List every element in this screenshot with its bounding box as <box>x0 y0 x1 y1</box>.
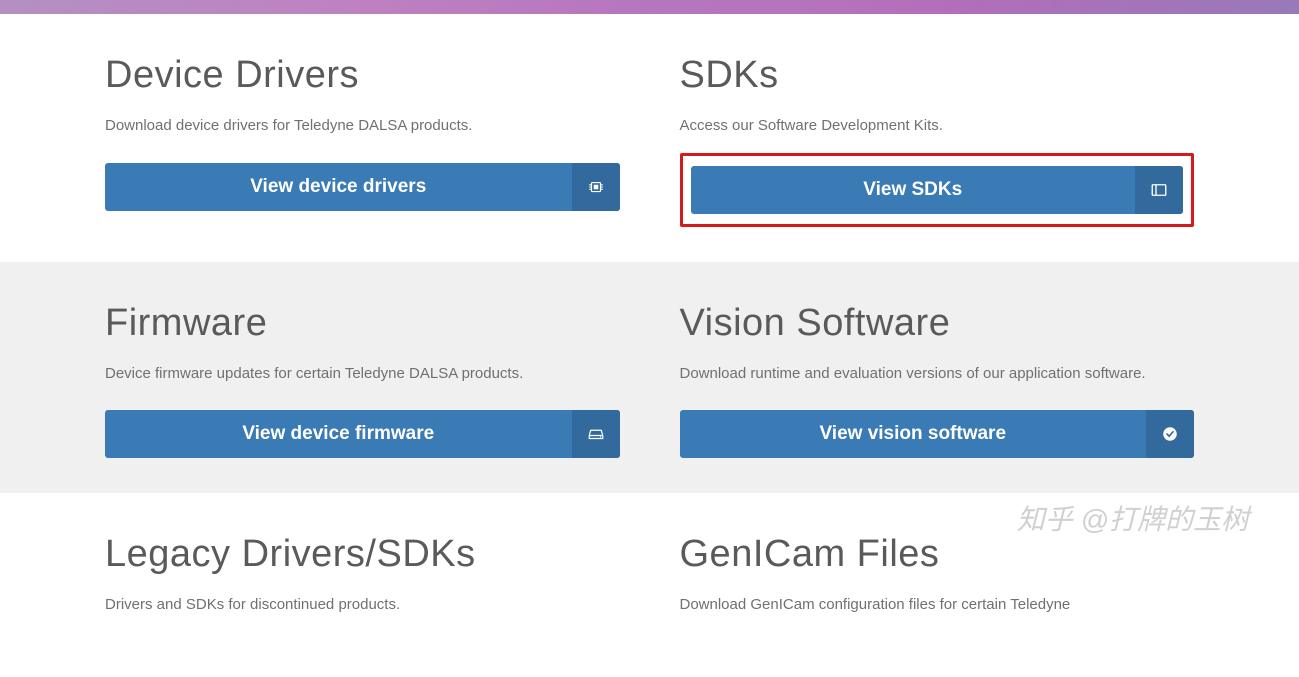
card-description: Drivers and SDKs for discontinued produc… <box>105 594 620 617</box>
card-sdks: SDKs Access our Software Development Kit… <box>680 54 1195 227</box>
card-firmware: Firmware Device firmware updates for cer… <box>105 302 620 459</box>
view-device-drivers-button[interactable]: View device drivers <box>105 163 620 211</box>
chip-icon <box>572 163 620 211</box>
card-title: Legacy Drivers/SDKs <box>105 533 620 576</box>
view-vision-software-button[interactable]: View vision software <box>680 410 1195 458</box>
card-genicam: GenICam Files Download GenICam configura… <box>680 533 1195 642</box>
card-legacy: Legacy Drivers/SDKs Drivers and SDKs for… <box>105 533 620 642</box>
view-sdks-button[interactable]: View SDKs <box>691 166 1184 214</box>
card-title: Device Drivers <box>105 54 620 97</box>
card-description: Download runtime and evaluation versions… <box>680 363 1195 386</box>
card-vision-software: Vision Software Download runtime and eva… <box>680 302 1195 459</box>
section-row-2: Firmware Device firmware updates for cer… <box>0 262 1299 494</box>
panel-icon <box>1135 166 1183 214</box>
highlighted-button-frame: View SDKs <box>680 153 1195 227</box>
top-banner <box>0 0 1299 14</box>
card-title: Vision Software <box>680 302 1195 345</box>
hard-drive-icon <box>572 410 620 458</box>
card-device-drivers: Device Drivers Download device drivers f… <box>105 54 620 227</box>
button-label: View SDKs <box>691 166 1136 214</box>
card-description: Download GenICam configuration files for… <box>680 594 1195 617</box>
card-description: Access our Software Development Kits. <box>680 115 1195 138</box>
section-row-1: Device Drivers Download device drivers f… <box>0 14 1299 262</box>
section-row-3: Legacy Drivers/SDKs Drivers and SDKs for… <box>0 493 1299 677</box>
view-device-firmware-button[interactable]: View device firmware <box>105 410 620 458</box>
button-label: View device firmware <box>105 410 572 458</box>
button-label: View device drivers <box>105 163 572 211</box>
card-title: Firmware <box>105 302 620 345</box>
button-label: View vision software <box>680 410 1147 458</box>
check-circle-icon <box>1146 410 1194 458</box>
card-title: GenICam Files <box>680 533 1195 576</box>
card-title: SDKs <box>680 54 1195 97</box>
card-description: Device firmware updates for certain Tele… <box>105 363 620 386</box>
card-description: Download device drivers for Teledyne DAL… <box>105 115 620 138</box>
